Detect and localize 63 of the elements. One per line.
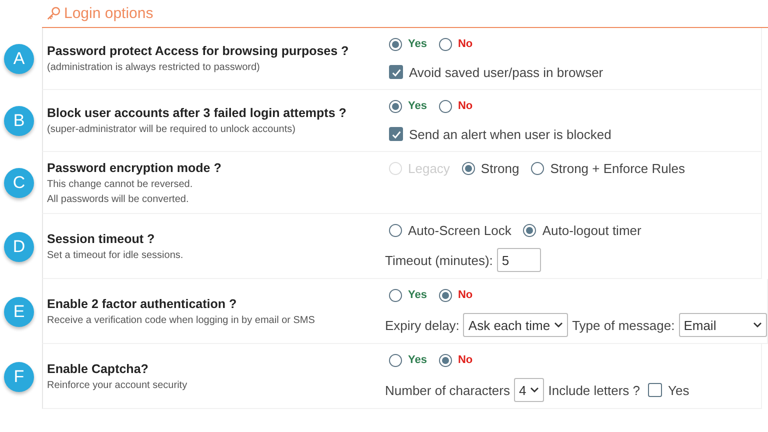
caret-icon xyxy=(752,322,762,328)
setting-title: Enable 2 factor authentication ? xyxy=(47,296,238,310)
radio-button[interactable] xyxy=(523,224,536,236)
field-label: Number of characters xyxy=(385,382,510,398)
step-badge: F xyxy=(4,362,34,392)
setting-title: Enable Captcha? xyxy=(47,362,150,376)
field-label: Timeout (minutes): xyxy=(385,252,493,268)
radio-label: No xyxy=(458,38,473,50)
step-badge: B xyxy=(4,106,34,136)
setting-title: Session timeout ? xyxy=(47,232,156,246)
radio-button[interactable] xyxy=(531,162,544,174)
key-icon xyxy=(46,6,61,21)
setting-note: (super-administrator will be required to unlock accounts) xyxy=(47,124,296,135)
radio-button[interactable] xyxy=(389,100,402,112)
radio-button[interactable] xyxy=(389,354,402,366)
step-badge: A xyxy=(4,44,34,74)
radio-label: Strong xyxy=(480,160,520,176)
checkbox[interactable] xyxy=(389,65,403,79)
checkbox-label: Avoid saved user/pass in browser xyxy=(409,64,604,80)
checkbox-label: Send an alert when user is blocked xyxy=(409,126,612,142)
radio-button[interactable] xyxy=(389,38,402,50)
radio-label: Yes xyxy=(408,354,427,366)
field-label: Include letters ? xyxy=(548,382,640,398)
dropdown[interactable]: 4 xyxy=(514,378,544,402)
caret-icon xyxy=(530,387,540,393)
setting-note: Reinforce your account security xyxy=(47,380,188,390)
setting-title: Password encryption mode ? xyxy=(47,160,222,174)
setting-note: (administration is always restricted to password) xyxy=(47,62,261,73)
radio-label: Auto-Screen Lock xyxy=(408,222,512,238)
radio-label: Strong + Enforce Rules xyxy=(550,160,686,176)
checkbox[interactable] xyxy=(389,127,403,141)
setting-note: Set a timeout for idle sessions. xyxy=(47,250,184,260)
field-label: Expiry delay: xyxy=(385,318,460,332)
radio-label: No xyxy=(458,289,473,301)
radio-label: Yes xyxy=(408,100,427,112)
radio-button[interactable] xyxy=(389,288,402,302)
section-title: Login options xyxy=(64,5,154,22)
setting-note: This change cannot be reversed. xyxy=(47,178,194,190)
setting-note: All passwords will be converted. xyxy=(47,194,190,204)
radio-label: Yes xyxy=(408,38,427,50)
step-badge: D xyxy=(4,232,34,262)
setting-note: Receive a verification code when logging in by email or SMS xyxy=(47,314,316,326)
step-badge: E xyxy=(4,296,34,326)
input-field[interactable]: 5 xyxy=(496,248,541,272)
dropdown[interactable]: Ask each time xyxy=(463,313,568,337)
checkbox[interactable] xyxy=(648,383,662,397)
setting-title: Password protect Access for browsing purposes ? xyxy=(47,44,350,58)
radio-button[interactable] xyxy=(438,38,452,50)
radio-button[interactable] xyxy=(438,354,452,366)
radio-button[interactable] xyxy=(438,100,452,112)
checkbox-label: Yes xyxy=(668,382,690,398)
caret-icon xyxy=(554,322,564,328)
step-badge: C xyxy=(4,168,34,198)
setting-title: Block user accounts after 3 failed login attempts ? xyxy=(47,106,348,120)
radio-label: Yes xyxy=(408,289,427,301)
radio-button[interactable] xyxy=(389,224,402,236)
radio-label: No xyxy=(458,354,473,366)
radio-button[interactable] xyxy=(438,288,452,302)
field-label: Type of message: xyxy=(572,318,675,332)
radio-label: No xyxy=(458,100,473,112)
radio-button[interactable] xyxy=(462,162,475,174)
dropdown[interactable]: Email xyxy=(678,313,767,337)
radio-label: Auto-logout timer xyxy=(542,222,642,238)
